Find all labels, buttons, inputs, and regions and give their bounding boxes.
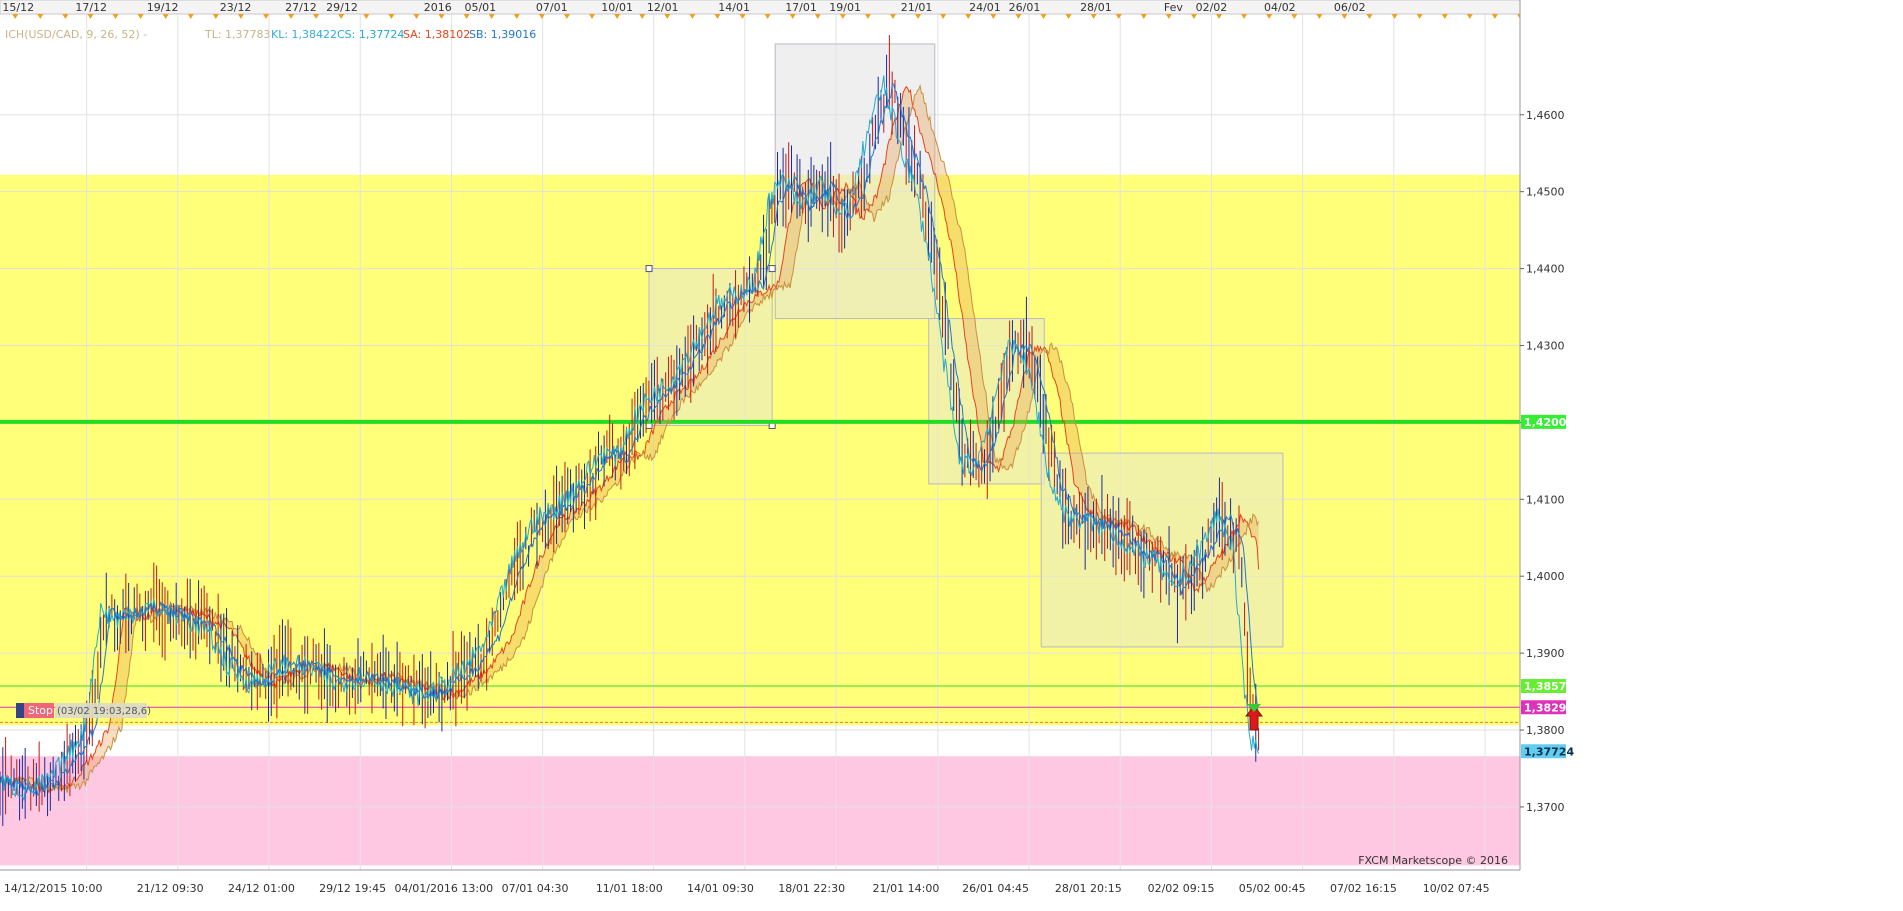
top-date-label: 17/12 [75,1,107,14]
time-label: 05/02 00:45 [1239,882,1306,895]
top-date-label: 28/01 [1080,1,1112,14]
price-chart[interactable]: 15/12 17/12 19/12 23/12 27/12 29/12 2016 05/01 0… [0,0,1903,908]
top-date-label: 24/01 [969,1,1001,14]
price-tag-label: 1,37724 [1524,745,1574,758]
price-tick-label: 1,4300 [1526,339,1565,352]
indicator-value: TL: 1,37783 [204,28,271,41]
box-handle [645,265,653,273]
stop-info: (03/02 19:03,28,6) [57,706,151,717]
top-date-label: 06/02 [1334,1,1366,14]
indicator-value: SA: 1,38102 [403,28,470,41]
top-date-label: 15/12 [2,1,34,14]
indicator-value: KL: 1,38422 [271,28,337,41]
indicator-value: SB: 1,39016 [469,28,536,41]
time-label: 21/12 09:30 [137,882,204,895]
price-tick-label: 1,4400 [1526,263,1565,276]
box-handle [768,265,776,273]
top-date-label: 02/02 [1196,1,1228,14]
stop-label: Stop [28,704,53,717]
time-label: 10/02 07:45 [1423,882,1490,895]
indicator-value: CS: 1,37724 [337,28,404,41]
price-tick-label: 1,4500 [1526,186,1565,199]
chart-window: 15/12 17/12 19/12 23/12 27/12 29/12 2016 05/01 0… [0,0,1903,908]
indicator-name: ICH(USD/CAD, 9, 26, 52) - [5,28,147,41]
stop-handle [16,703,24,719]
price-tag-label: 1,38572 [1524,680,1574,693]
top-date-label: 29/12 [326,1,358,14]
time-label: 02/02 09:15 [1148,882,1215,895]
price-tag-label: 1,42007 [1524,416,1574,429]
time-label: 21/01 14:00 [872,882,939,895]
top-date-label: Fev [1164,1,1183,14]
stop-order: Stop (03/02 19:03,28,6) [16,703,151,719]
top-date-label: 07/01 [536,1,568,14]
top-date-label: 05/01 [464,1,496,14]
time-label: 14/01 09:30 [687,882,754,895]
top-date-label: 17/01 [785,1,817,14]
time-label: 26/01 04:45 [962,882,1029,895]
time-label: 07/01 04:30 [502,882,569,895]
top-date-label: 04/02 [1264,1,1296,14]
time-label: 11/01 18:00 [596,882,663,895]
time-label: 07/02 16:15 [1330,882,1397,895]
top-date-label: 21/01 [901,1,933,14]
price-tick-label: 1,3900 [1526,647,1565,660]
watermark: FXCM Marketscope © 2016 [1358,854,1508,867]
top-date-label: 27/12 [285,1,317,14]
top-date-label: 12/01 [647,1,679,14]
pink-zone [0,756,1520,866]
indicator-header: ICH(USD/CAD, 9, 26, 52) - TL: 1,37783 KL: … [5,28,536,41]
top-date-label: 2016 [424,1,452,14]
top-date-label: 19/01 [829,1,861,14]
price-tick-label: 1,4600 [1526,109,1565,122]
top-date-label: 14/01 [718,1,750,14]
time-label: 29/12 19:45 [319,882,386,895]
time-label: 04/01/2016 13:00 [395,882,494,895]
price-tick-label: 1,3800 [1526,724,1565,737]
top-date-label: 26/01 [1009,1,1041,14]
price-tick-label: 1,4100 [1526,493,1565,506]
time-label: 24/12 01:00 [228,882,295,895]
top-date-label: 10/01 [601,1,633,14]
price-tick-label: 1,4000 [1526,570,1565,583]
time-label: 18/01 22:30 [778,882,845,895]
time-label: 28/01 20:15 [1055,882,1122,895]
time-label: 14/12/2015 10:00 [4,882,103,895]
price-axis [1520,0,1903,908]
top-date-label: 23/12 [220,1,252,14]
price-tick-label: 1,3700 [1526,801,1565,814]
price-tag-label: 1,38296 [1524,701,1574,714]
top-date-label: 19/12 [147,1,179,14]
